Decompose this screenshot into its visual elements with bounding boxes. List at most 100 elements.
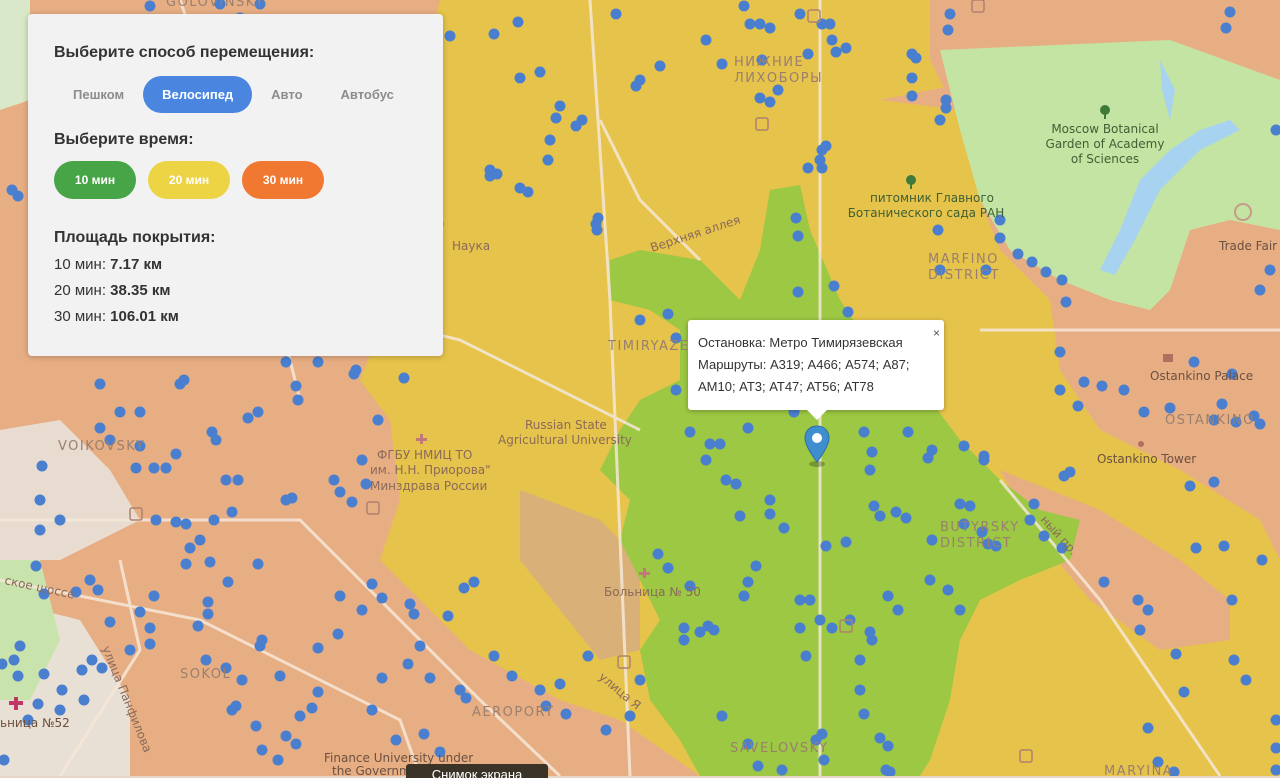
bus-stop-dot[interactable] xyxy=(251,721,262,732)
bus-stop-dot[interactable] xyxy=(765,97,776,108)
bus-stop-dot[interactable] xyxy=(705,439,716,450)
bus-stop-dot[interactable] xyxy=(859,427,870,438)
bus-stop-dot[interactable] xyxy=(291,739,302,750)
bus-stop-dot[interactable] xyxy=(149,463,160,474)
bus-stop-dot[interactable] xyxy=(55,515,66,526)
bus-stop-dot[interactable] xyxy=(295,711,306,722)
bus-stop-dot[interactable] xyxy=(891,507,902,518)
bus-stop-dot[interactable] xyxy=(1179,687,1190,698)
bus-stop-dot[interactable] xyxy=(941,95,952,106)
bus-stop-dot[interactable] xyxy=(313,357,324,368)
bus-stop-dot[interactable] xyxy=(893,605,904,616)
bus-stop-dot[interactable] xyxy=(469,577,480,588)
bus-stop-dot[interactable] xyxy=(663,309,674,320)
bus-stop-dot[interactable] xyxy=(883,591,894,602)
bus-stop-dot[interactable] xyxy=(455,685,466,696)
bus-stop-dot[interactable] xyxy=(1265,265,1276,276)
bus-stop-dot[interactable] xyxy=(655,61,666,72)
bus-stop-dot[interactable] xyxy=(489,29,500,40)
bus-stop-dot[interactable] xyxy=(399,373,410,384)
bus-stop-dot[interactable] xyxy=(377,673,388,684)
bus-stop-dot[interactable] xyxy=(601,725,612,736)
bus-stop-dot[interactable] xyxy=(1241,675,1252,686)
bus-stop-dot[interactable] xyxy=(1227,595,1238,606)
bus-stop-dot[interactable] xyxy=(459,583,470,594)
bus-stop-dot[interactable] xyxy=(145,639,156,650)
bus-stop-dot[interactable] xyxy=(815,615,826,626)
bus-stop-dot[interactable] xyxy=(281,495,292,506)
bus-stop-dot[interactable] xyxy=(825,19,836,30)
bus-stop-dot[interactable] xyxy=(1135,625,1146,636)
bus-stop-dot[interactable] xyxy=(1133,595,1144,606)
bus-stop-dot[interactable] xyxy=(965,501,976,512)
bus-stop-dot[interactable] xyxy=(195,535,206,546)
bus-stop-dot[interactable] xyxy=(313,643,324,654)
bus-stop-dot[interactable] xyxy=(207,427,218,438)
bus-stop-dot[interactable] xyxy=(721,475,732,486)
bus-stop-dot[interactable] xyxy=(793,231,804,242)
bus-stop-dot[interactable] xyxy=(1221,23,1232,34)
bus-stop-dot[interactable] xyxy=(273,755,284,766)
bus-stop-dot[interactable] xyxy=(765,495,776,506)
bus-stop-dot[interactable] xyxy=(869,501,880,512)
bus-stop-dot[interactable] xyxy=(535,685,546,696)
bus-stop-dot[interactable] xyxy=(179,375,190,386)
bus-stop-dot[interactable] xyxy=(1209,477,1220,488)
bus-stop-dot[interactable] xyxy=(625,711,636,722)
bus-stop-dot[interactable] xyxy=(1219,541,1230,552)
bus-stop-dot[interactable] xyxy=(1097,381,1108,392)
bus-stop-dot[interactable] xyxy=(745,19,756,30)
bus-stop-dot[interactable] xyxy=(1143,723,1154,734)
bus-stop-dot[interactable] xyxy=(223,577,234,588)
bus-stop-dot[interactable] xyxy=(611,9,622,20)
bus-stop-dot[interactable] xyxy=(805,595,816,606)
bus-stop-dot[interactable] xyxy=(35,495,46,506)
bus-stop-dot[interactable] xyxy=(535,67,546,78)
bus-stop-dot[interactable] xyxy=(855,655,866,666)
bus-stop-dot[interactable] xyxy=(37,461,48,472)
bus-stop-dot[interactable] xyxy=(79,695,90,706)
bus-stop-dot[interactable] xyxy=(1013,249,1024,260)
bus-stop-dot[interactable] xyxy=(135,407,146,418)
bus-stop-dot[interactable] xyxy=(492,169,503,180)
bus-stop-dot[interactable] xyxy=(927,445,938,456)
bus-stop-dot[interactable] xyxy=(875,733,886,744)
bus-stop-dot[interactable] xyxy=(943,585,954,596)
bus-stop-dot[interactable] xyxy=(1191,543,1202,554)
bus-stop-dot[interactable] xyxy=(77,665,88,676)
bus-stop-dot[interactable] xyxy=(221,475,232,486)
bus-stop-dot[interactable] xyxy=(755,19,766,30)
bus-stop-dot[interactable] xyxy=(1079,377,1090,388)
bus-stop-dot[interactable] xyxy=(765,23,776,34)
bus-stop-dot[interactable] xyxy=(1171,649,1182,660)
bus-stop-dot[interactable] xyxy=(731,479,742,490)
bus-stop-dot[interactable] xyxy=(795,595,806,606)
bus-stop-dot[interactable] xyxy=(391,735,402,746)
bus-stop-dot[interactable] xyxy=(685,427,696,438)
mode-walk-button[interactable]: Пешком xyxy=(54,76,143,113)
bus-stop-dot[interactable] xyxy=(131,463,142,474)
bus-stop-dot[interactable] xyxy=(979,455,990,466)
bus-stop-dot[interactable] xyxy=(181,559,192,570)
bus-stop-dot[interactable] xyxy=(765,509,776,520)
bus-stop-dot[interactable] xyxy=(795,9,806,20)
bus-stop-dot[interactable] xyxy=(829,281,840,292)
bus-stop-dot[interactable] xyxy=(367,579,378,590)
bus-stop-dot[interactable] xyxy=(513,17,524,28)
bus-stop-dot[interactable] xyxy=(779,523,790,534)
bus-stop-dot[interactable] xyxy=(443,611,454,622)
bus-stop-dot[interactable] xyxy=(489,651,500,662)
bus-stop-dot[interactable] xyxy=(135,607,146,618)
bus-stop-dot[interactable] xyxy=(955,499,966,510)
bus-stop-dot[interactable] xyxy=(635,675,646,686)
bus-stop-dot[interactable] xyxy=(561,709,572,720)
bus-stop-dot[interactable] xyxy=(419,729,430,740)
bus-stop-dot[interactable] xyxy=(425,673,436,684)
bus-stop-dot[interactable] xyxy=(1055,347,1066,358)
bus-stop-dot[interactable] xyxy=(1217,399,1228,410)
bus-stop-dot[interactable] xyxy=(95,379,106,390)
bus-stop-dot[interactable] xyxy=(793,287,804,298)
bus-stop-dot[interactable] xyxy=(335,487,346,498)
bus-stop-dot[interactable] xyxy=(653,549,664,560)
bus-stop-dot[interactable] xyxy=(859,709,870,720)
